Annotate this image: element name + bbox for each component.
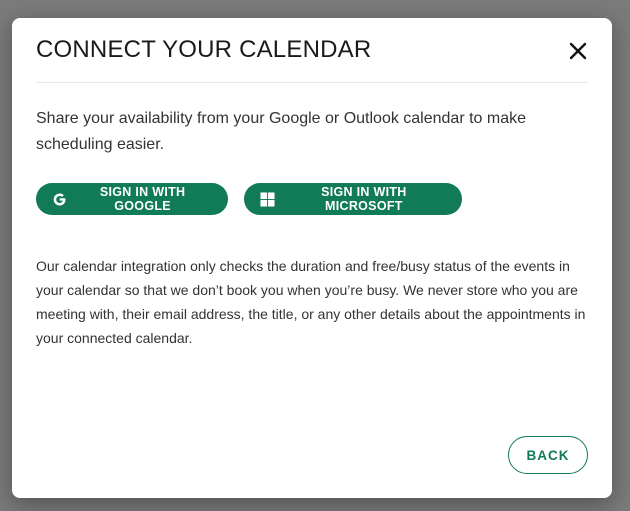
modal-title: CONNECT YOUR CALENDAR [36, 36, 372, 63]
microsoft-icon [260, 191, 276, 207]
sign-in-buttons: SIGN IN WITH GOOGLE SIGN IN WITH MICROSO… [36, 183, 462, 215]
sign-in-google-label: SIGN IN WITH GOOGLE [99, 185, 186, 213]
google-icon [52, 191, 67, 207]
modal-header: CONNECT YOUR CALENDAR [36, 18, 588, 83]
close-icon [569, 42, 587, 60]
back-button[interactable]: BACK [508, 436, 588, 474]
sign-in-microsoft-label: SIGN IN WITH MICROSOFT [321, 185, 407, 213]
privacy-disclaimer: Our calendar integration only checks the… [36, 258, 586, 346]
sign-in-google-button[interactable]: SIGN IN WITH GOOGLE [36, 183, 228, 215]
sign-in-microsoft-button[interactable]: SIGN IN WITH MICROSOFT [244, 183, 462, 215]
connect-calendar-modal: CONNECT YOUR CALENDAR Share your availab… [12, 18, 612, 498]
intro-text: Share your availability from your Google… [36, 110, 527, 153]
close-button[interactable] [562, 36, 594, 66]
